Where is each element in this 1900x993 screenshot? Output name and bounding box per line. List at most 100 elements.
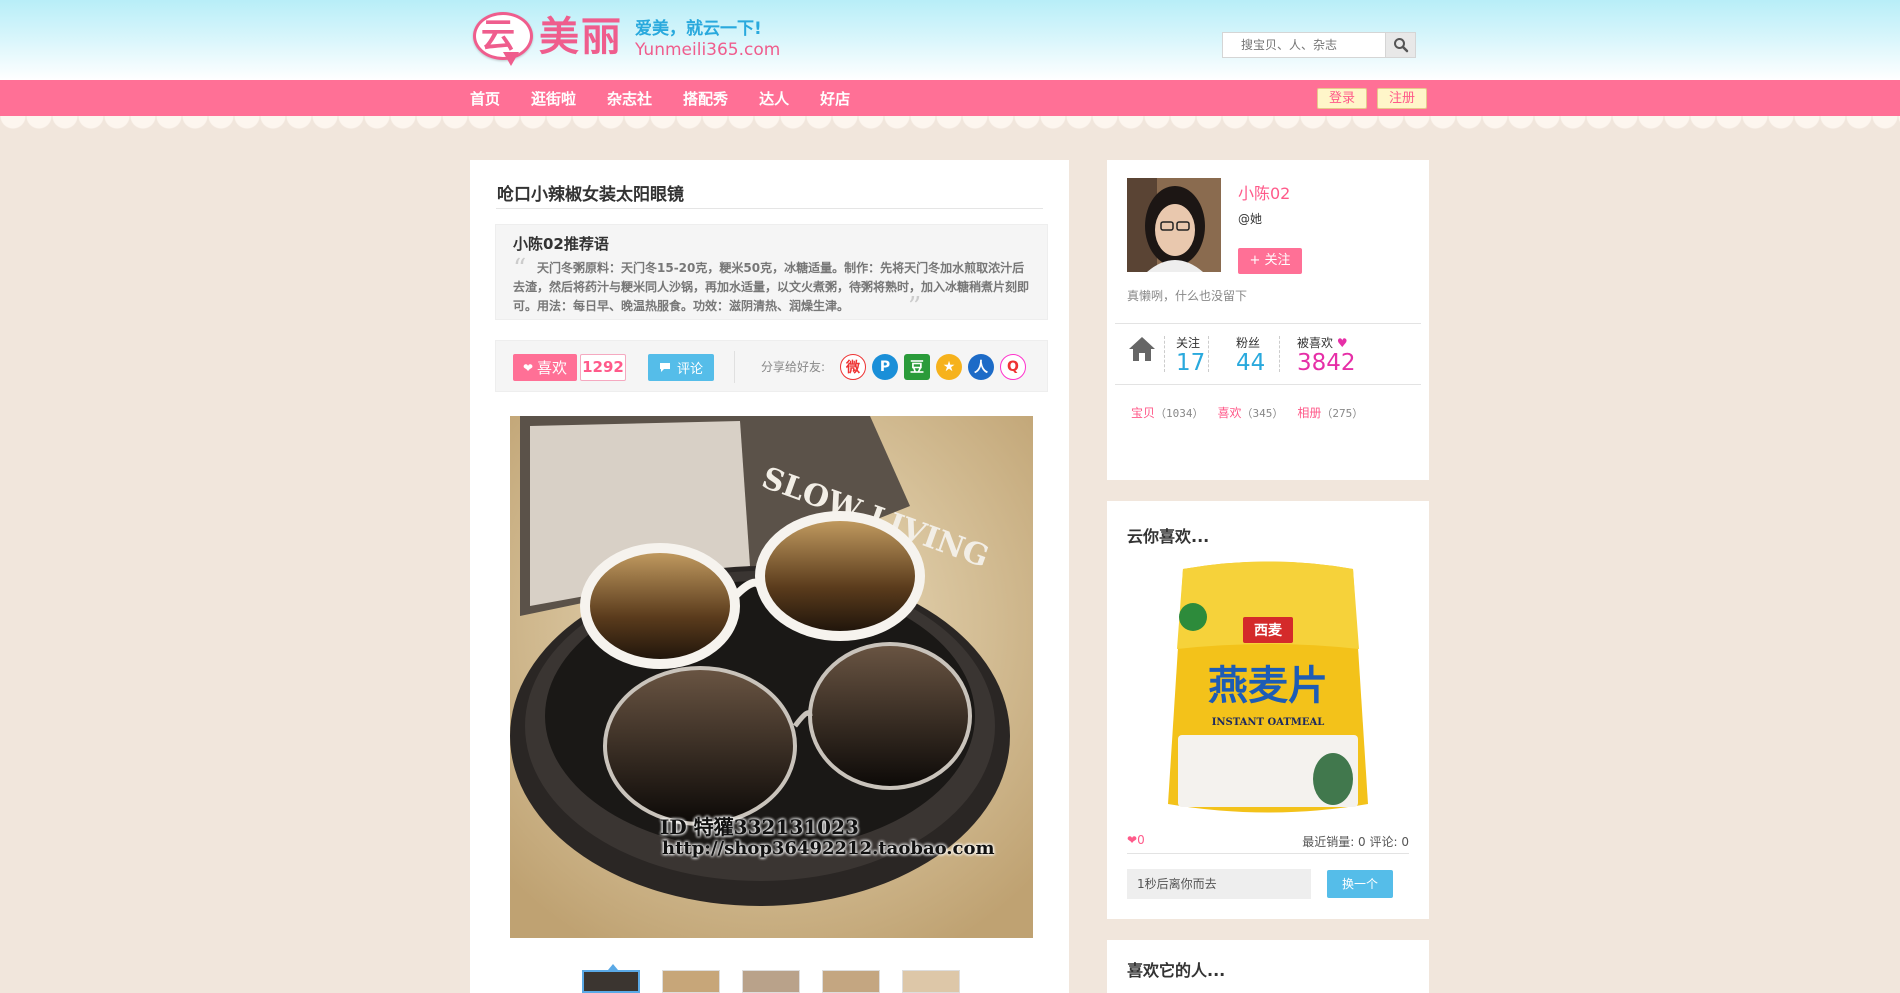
- like-button[interactable]: ❤ 喜欢: [513, 354, 577, 381]
- countdown-text: 1秒后离你而去: [1127, 869, 1311, 899]
- item-photo[interactable]: SLOW LIVING ID 特獾332131023 http://shop36…: [510, 416, 1033, 938]
- thumbnail[interactable]: [662, 970, 720, 993]
- nav-item-magazine[interactable]: 杂志社: [607, 88, 652, 109]
- login-button[interactable]: 登录: [1317, 88, 1367, 109]
- user-profile-card: 小陈02 @她 + 关注 真懒咧，什么也没留下 关注 17 粉丝 44 被喜欢 …: [1107, 160, 1429, 480]
- product-likes[interactable]: ❤0: [1127, 833, 1145, 847]
- logo-bubble-icon: 云: [473, 12, 535, 68]
- user-name[interactable]: 小陈02: [1238, 180, 1290, 204]
- qq-icon[interactable]: P: [872, 354, 898, 380]
- user-gender: @她: [1238, 212, 1263, 226]
- search-icon: [1393, 38, 1408, 53]
- heart-icon: ♥: [1336, 336, 1348, 350]
- follow-button[interactable]: + 关注: [1238, 248, 1302, 274]
- recommendation-box: 小陈02推荐语 “ 天门冬粥原料：天门冬15-20克，粳米50克，冰糖适量。制作…: [495, 224, 1048, 321]
- search-input[interactable]: [1223, 33, 1385, 57]
- like-count: 1292: [580, 354, 626, 381]
- user-counts: 宝贝（1034） 喜欢（345） 相册（275）: [1131, 404, 1363, 421]
- user-bio: 真懒咧，什么也没留下: [1127, 289, 1248, 303]
- count-label: 宝贝: [1131, 406, 1156, 420]
- comment-label: 评论: [676, 362, 703, 377]
- count-number: （1034）: [1155, 407, 1204, 420]
- divider: [1279, 336, 1280, 372]
- avatar[interactable]: [1127, 178, 1221, 272]
- count-label: 相册: [1297, 406, 1322, 420]
- sunglasses-photo: SLOW LIVING: [510, 416, 1033, 938]
- weibo-icon[interactable]: 微: [840, 354, 866, 380]
- count-likes[interactable]: 喜欢（345）: [1218, 404, 1284, 421]
- stat-value: 3842: [1297, 350, 1356, 376]
- stat-value: 17: [1176, 350, 1206, 376]
- search-box: [1222, 32, 1416, 58]
- divider: [1208, 336, 1209, 372]
- stat-label: 被喜欢: [1297, 336, 1334, 350]
- site-logo[interactable]: 云 美丽 爱美，就云一下! Yunmeili365.com: [473, 12, 780, 68]
- item-title: 呛口小辣椒女装太阳眼镜: [497, 185, 684, 205]
- thumbnail-strip: [582, 964, 960, 993]
- recommend-card: 云你喜欢... 西麦 燕麦片 INSTANT OATMEAL ❤0 最近销量: …: [1107, 501, 1429, 919]
- thumbnail[interactable]: [742, 970, 800, 993]
- stat-followers[interactable]: 粉丝 44: [1236, 334, 1265, 375]
- count-number: （345）: [1241, 407, 1284, 420]
- logo-slogan: 爱美，就云一下!: [635, 19, 762, 39]
- stat-label: 粉丝: [1236, 336, 1261, 350]
- main-nav: 首页 逛街啦 杂志社 搭配秀 达人 好店 登录 注册: [0, 80, 1900, 116]
- kaixin-icon[interactable]: ★: [936, 354, 962, 380]
- recommendation-text: 天门冬粥原料：天门冬15-20克，粳米50克，冰糖适量。制作：先将天门冬加水煎取…: [513, 261, 1030, 313]
- divider: [1115, 323, 1421, 324]
- nav-item-outfits[interactable]: 搭配秀: [683, 88, 728, 109]
- comment-icon: [659, 363, 670, 372]
- douban-icon[interactable]: 豆: [904, 354, 930, 380]
- home-icon[interactable]: [1127, 334, 1157, 364]
- divider: [734, 351, 735, 383]
- product-name: 燕麦片: [1208, 662, 1328, 709]
- product-en: INSTANT OATMEAL: [1212, 717, 1325, 728]
- like-label: 喜欢: [537, 359, 568, 377]
- nav-item-home[interactable]: 首页: [470, 88, 500, 109]
- action-bar: ❤ 喜欢 1292 评论 分享给好友: 微 P 豆 ★ 人 Q: [495, 340, 1048, 392]
- stat-label-row: 被喜欢 ♥: [1297, 334, 1356, 351]
- thumbnail[interactable]: [902, 970, 960, 993]
- likers-title: 喜欢它的人...: [1127, 961, 1226, 980]
- divider: [1164, 336, 1165, 372]
- share-icons: 微 P 豆 ★ 人 Q: [840, 354, 1026, 380]
- thumbnail[interactable]: [822, 970, 880, 993]
- scallop-border: [0, 116, 1900, 138]
- nav-item-experts[interactable]: 达人: [759, 88, 789, 109]
- thumbnail[interactable]: [582, 964, 640, 993]
- logo-url: Yunmeili365.com: [635, 40, 781, 60]
- item-detail-card: 呛口小辣椒女装太阳眼镜 小陈02推荐语 “ 天门冬粥原料：天门冬15-20克，粳…: [470, 160, 1069, 993]
- recommendation-title: 小陈02推荐语: [513, 235, 609, 253]
- share-label: 分享给好友:: [761, 360, 826, 374]
- logo-char: 云: [481, 16, 515, 56]
- tqq-icon[interactable]: Q: [1000, 354, 1026, 380]
- divider: [496, 208, 1043, 209]
- count-items[interactable]: 宝贝（1034）: [1131, 404, 1204, 421]
- count-albums[interactable]: 相册（275）: [1297, 404, 1363, 421]
- nav-item-shops[interactable]: 好店: [820, 88, 850, 109]
- product-meta: 最近销量: 0 评论: 0: [1302, 835, 1409, 849]
- renren-icon[interactable]: 人: [968, 354, 994, 380]
- change-button[interactable]: 换一个: [1327, 870, 1393, 898]
- logo-name: 美丽: [539, 14, 623, 60]
- register-button[interactable]: 注册: [1377, 88, 1427, 109]
- likers-card: 喜欢它的人...: [1107, 940, 1429, 993]
- search-button[interactable]: [1385, 33, 1415, 57]
- count-label: 喜欢: [1217, 406, 1242, 420]
- product-like-count: 0: [1137, 833, 1145, 847]
- photo-watermark-url: http://shop36492212.taobao.com: [662, 838, 995, 859]
- heart-icon: ❤: [1127, 833, 1138, 847]
- count-number: （275）: [1321, 407, 1364, 420]
- comment-button[interactable]: 评论: [648, 354, 714, 381]
- site-header: 云 美丽 爱美，就云一下! Yunmeili365.com: [0, 0, 1900, 80]
- stat-label: 关注: [1176, 336, 1201, 350]
- stat-following[interactable]: 关注 17: [1176, 334, 1205, 375]
- product-image[interactable]: 西麦 燕麦片 INSTANT OATMEAL: [1163, 559, 1373, 819]
- heart-icon: ❤: [522, 360, 534, 375]
- photo-watermark-id: ID 特獾332131023: [660, 815, 859, 839]
- nav-item-shopping[interactable]: 逛街啦: [531, 88, 576, 109]
- logo-tagline: 爱美，就云一下! Yunmeili365.com: [635, 18, 780, 60]
- recommend-title: 云你喜欢...: [1127, 527, 1210, 546]
- stat-liked[interactable]: 被喜欢 ♥ 3842: [1297, 334, 1356, 375]
- stat-value: 44: [1236, 350, 1266, 376]
